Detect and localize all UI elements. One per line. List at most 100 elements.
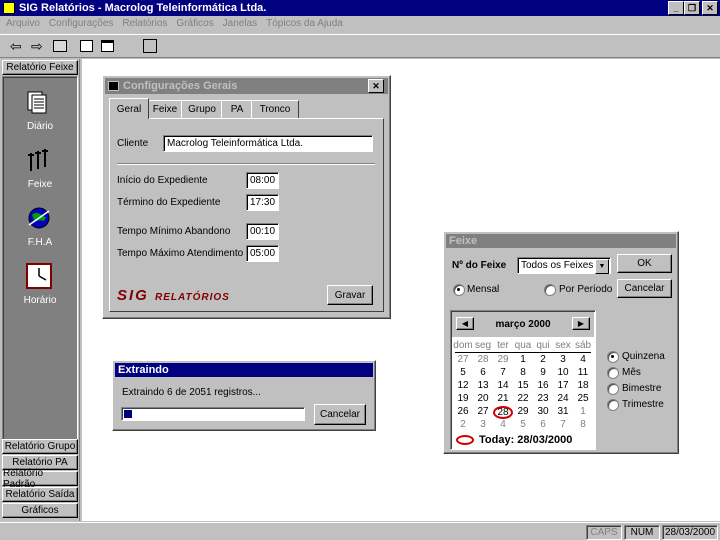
calendar-day[interactable]: 21 <box>493 393 513 404</box>
calendar-day[interactable]: 5 <box>513 419 533 430</box>
globe-icon <box>26 205 52 231</box>
tempo-maximo-input[interactable]: 05:00 <box>246 245 279 262</box>
calendar-day[interactable]: 1 <box>513 354 533 365</box>
extract-cancel-button[interactable]: Cancelar <box>314 404 366 425</box>
restore-button[interactable]: ❐ <box>684 1 700 15</box>
calendar-day[interactable]: 14 <box>493 380 513 391</box>
calendar-day[interactable]: 26 <box>453 406 473 417</box>
calendar-day[interactable]: 5 <box>453 367 473 378</box>
config-dialog-titlebar: Configurações Gerais ✕ <box>105 78 388 94</box>
calendar-day[interactable]: 31 <box>553 406 573 417</box>
feixe-ok-button[interactable]: OK <box>617 254 672 273</box>
calendar-day[interactable]: 30 <box>533 406 553 417</box>
feixe-cancel-button[interactable]: Cancelar <box>617 279 672 298</box>
dialog-icon <box>108 81 119 91</box>
radio-quinzena[interactable] <box>607 351 619 363</box>
calendar-day[interactable]: 8 <box>573 419 593 430</box>
tab-pa[interactable]: PA <box>221 100 253 119</box>
termino-expediente-input[interactable]: 17:30 <box>246 194 279 211</box>
calendar-day[interactable]: 23 <box>533 393 553 404</box>
gravar-button[interactable]: Gravar <box>327 285 373 305</box>
cliente-input[interactable]: Macrolog Teleinformática Ltda. <box>163 135 373 152</box>
edit-icon[interactable] <box>80 40 93 52</box>
calendar-day[interactable]: 29 <box>513 406 533 417</box>
calendar-day[interactable]: 16 <box>533 380 553 391</box>
radio-mes[interactable] <box>607 367 619 379</box>
calendar-day[interactable]: 27 <box>453 354 473 365</box>
sidebar-item-fha[interactable]: F.H.A <box>2 203 78 251</box>
menu-item[interactable]: Tópicos da Ajuda <box>266 18 343 29</box>
tab-feixe[interactable]: Feixe <box>147 100 183 119</box>
sidebar-button-grupo[interactable]: Relatório Grupo <box>2 439 78 454</box>
tempo-minimo-input[interactable]: 00:10 <box>246 223 279 240</box>
calendar-day[interactable]: 13 <box>473 380 493 391</box>
tab-tronco[interactable]: Tronco <box>251 100 299 119</box>
calendar-day[interactable]: 24 <box>553 393 573 404</box>
close-icon[interactable]: ✕ <box>368 79 384 93</box>
tab-geral[interactable]: Geral <box>109 98 149 119</box>
tab-grupo[interactable]: Grupo <box>181 100 223 119</box>
calendar-day[interactable]: 27 <box>473 406 493 417</box>
calendar-day[interactable]: 11 <box>573 367 593 378</box>
sidebar-header-feixe[interactable]: Relatório Feixe <box>2 60 78 75</box>
calendar-day[interactable]: 2 <box>453 419 473 430</box>
calendar-day[interactable]: 22 <box>513 393 533 404</box>
no-feixe-select[interactable]: Todos os Feixes ▼ <box>517 257 611 274</box>
calendar-day[interactable]: 17 <box>553 380 573 391</box>
calendar-day[interactable]: 3 <box>553 354 573 365</box>
menu-item[interactable]: Arquivo <box>6 18 40 29</box>
sidebar-item-diario[interactable]: Diário <box>2 87 78 135</box>
calendar-day[interactable]: 1 <box>573 406 593 417</box>
close-button[interactable]: ✕ <box>702 1 718 15</box>
calendar-day[interactable]: 7 <box>553 419 573 430</box>
calendar-today-label[interactable]: Today: 28/03/2000 <box>479 434 572 446</box>
calendar-day[interactable]: 8 <box>513 367 533 378</box>
calendar-day[interactable]: 9 <box>533 367 553 378</box>
sidebar-item-feixe[interactable]: Feixe <box>2 145 78 193</box>
calendar-day[interactable]: 6 <box>473 367 493 378</box>
printer-icon[interactable] <box>53 40 67 52</box>
calendar-day[interactable]: 25 <box>573 393 593 404</box>
radio-por-periodo[interactable] <box>544 284 556 296</box>
sidebar-button-padrao[interactable]: Relatório Padrão <box>2 468 78 490</box>
calendar-day[interactable]: 10 <box>553 367 573 378</box>
feixe-dialog-title: Feixe <box>449 235 478 247</box>
calendar-prev-button[interactable]: ◀ <box>456 317 474 330</box>
calendar-next-button[interactable]: ▶ <box>572 317 590 330</box>
calendar-day[interactable]: 12 <box>453 380 473 391</box>
calendar-day[interactable]: 19 <box>453 393 473 404</box>
radio-bimestre[interactable] <box>607 383 619 395</box>
calendar-day[interactable]: 3 <box>473 419 493 430</box>
calendar-day[interactable]: 7 <box>493 367 513 378</box>
calendar-day[interactable]: 15 <box>513 380 533 391</box>
chevron-down-icon[interactable]: ▼ <box>595 259 609 274</box>
calendar-day[interactable]: 29 <box>493 354 513 365</box>
daily-report-icon <box>25 89 51 115</box>
radio-mensal[interactable] <box>453 284 465 296</box>
sidebar-button-graficos[interactable]: Gráficos <box>2 503 78 518</box>
calendar-weekday: qui <box>536 340 550 351</box>
calendar-day[interactable]: 28 <box>493 406 513 419</box>
calendar-day[interactable]: 2 <box>533 354 553 365</box>
calendar-day[interactable]: 20 <box>473 393 493 404</box>
inicio-expediente-input[interactable]: 08:00 <box>246 172 279 189</box>
sidebar-button-saida[interactable]: Relatório Saída <box>2 487 78 502</box>
calendar-day[interactable]: 28 <box>473 354 493 365</box>
menu-item[interactable]: Janelas <box>223 18 257 29</box>
menu-item[interactable]: Gráficos <box>176 18 213 29</box>
minimize-button[interactable]: _ <box>668 1 684 15</box>
menu-item[interactable]: Configurações <box>49 18 113 29</box>
window-icon[interactable] <box>101 40 114 52</box>
menu-item[interactable]: Relatórios <box>122 18 167 29</box>
sidebar-item-horario[interactable]: Horário <box>2 261 78 309</box>
exit-icon[interactable] <box>143 39 157 53</box>
calendar-day[interactable]: 4 <box>493 419 513 430</box>
calendar-day[interactable]: 18 <box>573 380 593 391</box>
radio-trimestre[interactable] <box>607 399 619 411</box>
back-arrow-icon[interactable]: ⇦ <box>10 39 22 53</box>
calendar-day[interactable]: 6 <box>533 419 553 430</box>
toolbar: ⇦ ⇨ <box>0 34 720 58</box>
forward-arrow-icon[interactable]: ⇨ <box>31 39 43 53</box>
radio-mes-label: Mês <box>622 367 641 378</box>
calendar-day[interactable]: 4 <box>573 354 593 365</box>
